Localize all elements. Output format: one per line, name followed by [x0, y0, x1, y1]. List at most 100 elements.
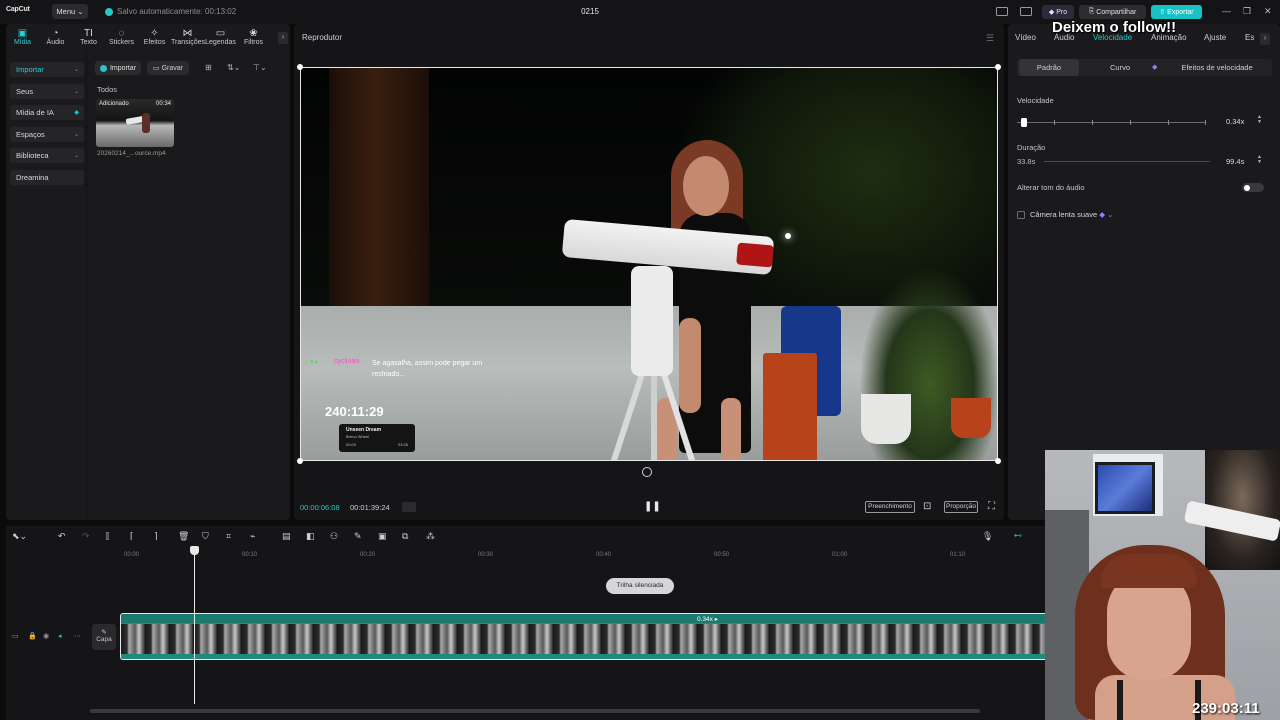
slowmo-checkbox[interactable]	[1017, 211, 1025, 219]
playhead[interactable]	[194, 548, 195, 704]
audio-wave-icon[interactable]: ⁂	[426, 531, 435, 542]
more-icon[interactable]: ⋯	[74, 632, 81, 640]
duration-to[interactable]: 99.4s	[1226, 157, 1244, 166]
split-icon[interactable]: ⫿	[106, 531, 109, 542]
layout-icon[interactable]	[996, 7, 1008, 16]
tab-video[interactable]: Vídeo	[1015, 33, 1036, 42]
fullscreen-icon[interactable]: ⛶	[988, 501, 995, 512]
export-button[interactable]: ⇧ Exportar	[1151, 5, 1202, 19]
link-icon[interactable]: ⊷	[1014, 531, 1022, 540]
close-button[interactable]: ✕	[1264, 6, 1272, 17]
tab-adjust[interactable]: Ajuste	[1204, 33, 1226, 42]
tab-more[interactable]: Es	[1245, 33, 1254, 42]
undo-icon[interactable]: ↶	[58, 531, 66, 542]
speed-curve-icon[interactable]: ⌁	[250, 531, 255, 542]
tab-transitions[interactable]: ⋈ Transições	[171, 24, 205, 52]
speed-slider[interactable]	[1017, 122, 1205, 123]
sidebar-item-library[interactable]: Biblioteca ⌄	[10, 148, 84, 163]
chevron-right-icon[interactable]: ›	[1260, 33, 1270, 45]
delete-icon[interactable]: 🗑	[178, 531, 189, 542]
magic-wand-icon[interactable]: ✎	[354, 531, 362, 542]
trim-right-icon[interactable]: ⌉	[154, 531, 158, 542]
menu-label: Menu	[56, 7, 76, 16]
media-thumbnail[interactable]: Adicionado 00:34	[96, 99, 174, 147]
chevron-right-icon[interactable]: ›	[278, 32, 288, 44]
chevron-down-icon: ⌄	[73, 67, 79, 73]
sidebar-item-spaces[interactable]: Espaços ⌄	[10, 126, 84, 142]
thumb-filename: 20260214_...ource.mp4	[97, 150, 166, 157]
eye-icon[interactable]: ◉	[43, 632, 49, 640]
caption-box-icon[interactable]: ▣	[378, 531, 387, 542]
share-button[interactable]: ⎘ Compartilhar	[1079, 5, 1146, 19]
tab-text[interactable]: TI Texto	[72, 24, 105, 52]
microphone-icon[interactable]: 🎙	[982, 531, 993, 542]
shortcut-icon[interactable]	[1020, 7, 1032, 16]
webcam-overlay: 239:03:11	[1045, 450, 1280, 720]
remove-bg-icon[interactable]: ⚇	[330, 531, 338, 542]
timecode-toggle[interactable]	[402, 502, 416, 512]
lock-icon[interactable]: 🔒	[28, 632, 37, 640]
tab-standard[interactable]: Padrão	[1019, 59, 1079, 76]
mute-icon[interactable]: ◂	[58, 632, 62, 640]
cover-label: Capa	[96, 636, 112, 643]
resize-handle[interactable]	[297, 458, 303, 464]
resize-handle[interactable]	[995, 64, 1001, 70]
chevron-down-icon: ⌄	[73, 153, 79, 159]
speed-value[interactable]: 0.34x	[1226, 117, 1244, 126]
pro-button[interactable]: ◆ Pro	[1042, 5, 1074, 19]
freeze-icon[interactable]: ▤	[282, 531, 291, 542]
chevron-down-icon[interactable]: ⌄	[1107, 210, 1113, 219]
stepper-icon[interactable]: ▲ ▼	[1257, 115, 1262, 125]
trim-left-icon[interactable]: ⌈	[130, 531, 134, 542]
edit-image-icon[interactable]: ⧉	[402, 531, 408, 542]
redo-icon[interactable]: ↷	[82, 531, 90, 542]
resize-handle[interactable]	[297, 64, 303, 70]
timeline-scrollbar[interactable]	[90, 709, 980, 713]
media-icon: ▣	[17, 28, 28, 39]
tab-curve[interactable]: Curvo	[1097, 59, 1143, 76]
marker-icon[interactable]: ⛉	[202, 531, 209, 542]
sidebar-item-import[interactable]: Importar ⌄	[10, 62, 84, 77]
tab-filters[interactable]: ❀ Filtros	[237, 24, 270, 52]
video-preview[interactable]: ✓♥● cyclinaa Se agasalha, assim pode peg…	[300, 67, 998, 461]
ratio-button[interactable]: Proporção	[944, 501, 978, 513]
tab-effects[interactable]: ✧ Efeitos	[138, 24, 171, 52]
duration-from: 33.8s	[1017, 157, 1036, 166]
pause-icon[interactable]: ❚❚	[644, 501, 661, 512]
crop-icon[interactable]: ⊡	[923, 501, 931, 512]
record-button[interactable]: ▭ Gravar	[147, 61, 189, 75]
crop-icon[interactable]: ⌗	[226, 531, 231, 542]
filter-funnel-icon[interactable]: ⊤⌄	[253, 63, 267, 72]
maximize-button[interactable]: ❐	[1243, 6, 1251, 17]
tab-media[interactable]: ▣ Mídia	[6, 24, 39, 52]
video-clip[interactable]: 0.34x ▸	[120, 613, 1046, 660]
hamburger-icon[interactable]: ☰	[986, 33, 994, 44]
select-cursor-icon[interactable]: ⬉⌄	[12, 531, 27, 542]
sort-icon[interactable]: ⇅⌄	[227, 63, 240, 72]
transition-icon: ⋈	[182, 28, 193, 39]
grid-view-icon[interactable]: ⊞	[205, 63, 212, 72]
tab-speed-effects[interactable]: Efeitos de velocidade	[1169, 59, 1265, 76]
mirror-icon[interactable]: ◧	[306, 531, 315, 542]
track-cover-icon[interactable]: ▭	[12, 632, 19, 640]
sidebar-item-ai-media[interactable]: Mídia de IA ◆	[10, 105, 84, 120]
menu-button[interactable]: Menu ⌄	[52, 4, 88, 19]
import-button[interactable]: Importar	[95, 61, 141, 75]
tab-captions[interactable]: ▭ Legendas	[204, 24, 237, 52]
minimize-button[interactable]: —	[1222, 6, 1231, 16]
pitch-toggle[interactable]	[1242, 183, 1264, 192]
rotate-icon[interactable]	[642, 467, 652, 477]
fill-button[interactable]: Preenchimento	[865, 501, 915, 513]
sidebar-item-yours[interactable]: Seus ⌄	[10, 83, 84, 99]
tab-stickers[interactable]: ◌ Stickers	[105, 24, 138, 52]
webcam-bangs	[1101, 554, 1197, 588]
speed-slider-knob[interactable]	[1020, 118, 1027, 127]
cover-button[interactable]: ✎ Capa	[92, 624, 116, 650]
resize-handle[interactable]	[995, 458, 1001, 464]
sidebar-item-dreamina[interactable]: Dreamina	[10, 169, 84, 185]
tab-audio[interactable]: ◔ Áudio	[39, 24, 72, 52]
project-title[interactable]: 0215	[570, 7, 610, 16]
autosave-status: Salvo automaticamente: 00:13:02	[105, 7, 236, 16]
ruler-label: 00:40	[596, 552, 612, 558]
stepper-icon[interactable]: ▲ ▼	[1257, 155, 1262, 165]
